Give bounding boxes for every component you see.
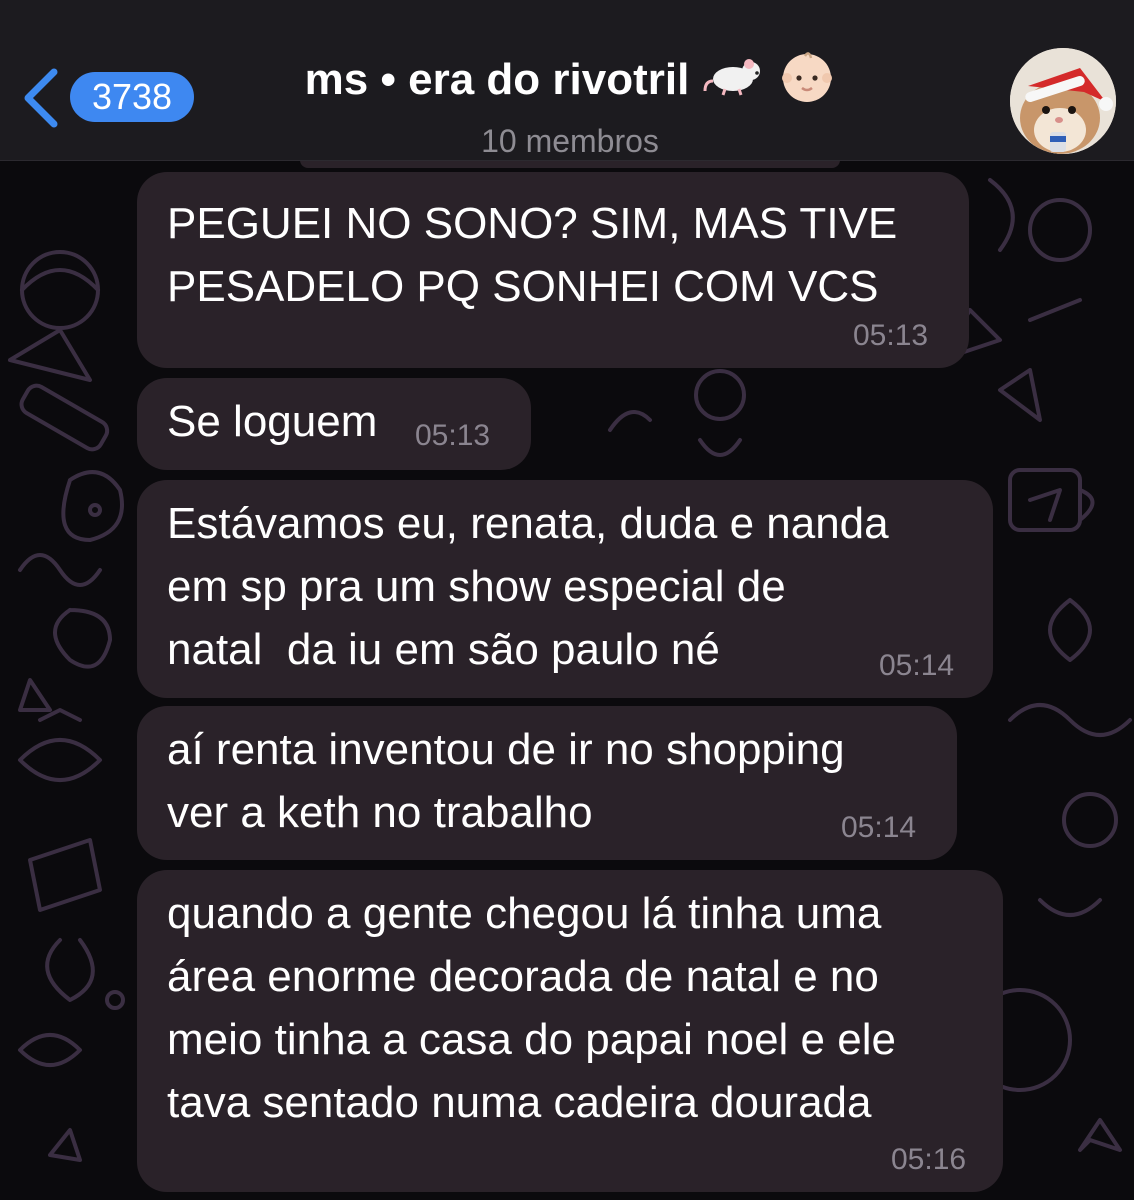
chat-title: ms • era do rivotril	[230, 48, 910, 117]
message-line: PEGUEI NO SONO? SIM, MAS TIVE	[167, 199, 898, 248]
message-bubble[interactable]: PEGUEI NO SONO? SIM, MAS TIVE PESADELO PQ…	[137, 172, 969, 368]
message-line: PESADELO PQ SONHEI COM VCS	[167, 262, 879, 311]
message-bubble[interactable]: Estávamos eu, renata, duda e nanda em sp …	[137, 480, 993, 698]
group-avatar[interactable]	[1010, 48, 1116, 154]
chat-title-area[interactable]: ms • era do rivotril 10 membros	[230, 48, 910, 163]
message-line: Se loguem	[167, 397, 378, 446]
message-line: em sp pra um show especial de	[167, 562, 786, 611]
message-line: meio tinha a casa do papai noel e ele	[167, 1015, 896, 1064]
message-line: Estávamos eu, renata, duda e nanda	[167, 499, 889, 548]
message-line: tava sentado numa cadeira dourada	[167, 1078, 872, 1127]
unread-count-badge[interactable]: 3738	[70, 72, 194, 122]
message-line: área enorme decorada de natal e no	[167, 952, 879, 1001]
message-line: quando a gente chegou lá tinha uma	[167, 889, 882, 938]
member-count: 10 membros	[481, 123, 659, 159]
message-line: natal da iu em são paulo né	[167, 625, 720, 674]
baby-emoji-icon	[779, 48, 835, 117]
message-text: quando a gente chegou lá tinha uma área e…	[167, 882, 896, 1134]
hamster-santa-hat-icon	[1010, 48, 1116, 154]
rat-emoji-icon	[703, 56, 765, 110]
message-bubble[interactable]: Se loguem 05:13	[137, 378, 531, 470]
message-line: ver a keth no trabalho	[167, 788, 593, 837]
message-bubble[interactable]: aí renta inventou de ir no shopping ver a…	[137, 706, 957, 860]
message-text: Se loguem	[167, 390, 377, 453]
message-text: PEGUEI NO SONO? SIM, MAS TIVE PESADELO PQ…	[167, 192, 897, 318]
message-time: 05:13	[415, 419, 491, 452]
chat-title-text: ms • era do rivotril	[304, 55, 690, 105]
chat-header: 3738 ms • era do rivotril 10 membros	[0, 0, 1134, 161]
message-text: Estávamos eu, renata, duda e nanda em sp …	[167, 492, 889, 681]
message-time: 05:13	[853, 319, 929, 352]
message-time: 05:14	[879, 649, 955, 682]
back-chevron-icon[interactable]	[20, 66, 62, 130]
message-time: 05:14	[841, 811, 917, 844]
message-text: aí renta inventou de ir no shopping ver a…	[167, 718, 845, 844]
message-line: aí renta inventou de ir no shopping	[167, 725, 845, 774]
message-time: 05:16	[891, 1143, 967, 1176]
message-bubble[interactable]: quando a gente chegou lá tinha uma área e…	[137, 870, 1003, 1192]
